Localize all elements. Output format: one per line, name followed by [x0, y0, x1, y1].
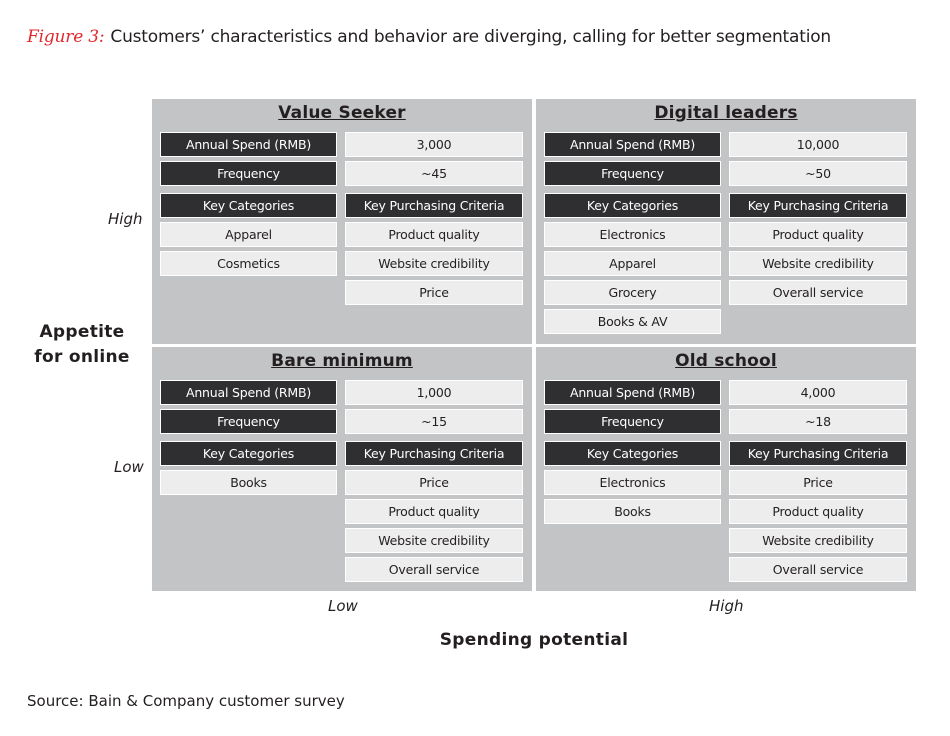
criteria-item: Product quality [729, 222, 907, 247]
frequency-header: Frequency [544, 161, 721, 186]
criteria-item: Overall service [345, 557, 523, 582]
criteria-item: Website credibility [345, 528, 523, 553]
frequency-value: ~50 [729, 161, 907, 186]
key-purchasing-criteria-header: Key Purchasing Criteria [345, 441, 523, 466]
y-axis-low-label: Low [114, 458, 144, 476]
y-axis-high-label: High [108, 210, 143, 228]
criteria-item: Product quality [345, 499, 523, 524]
y-axis-title-line1: Appetite [39, 322, 125, 342]
annual-spend-value: 1,000 [345, 380, 523, 405]
category-item: Electronics [544, 470, 721, 495]
x-axis-title: Spending potential [439, 630, 629, 650]
criteria-item: Product quality [729, 499, 907, 524]
category-item: Books & AV [544, 309, 721, 334]
frequency-header: Frequency [544, 409, 721, 434]
criteria-item: Overall service [729, 280, 907, 305]
quadrant-title: Old school [675, 351, 777, 371]
frequency-header: Frequency [160, 409, 337, 434]
annual-spend-value: 10,000 [729, 132, 907, 157]
key-categories-header: Key Categories [160, 193, 337, 218]
y-axis-title-line2: for online [34, 347, 130, 367]
key-purchasing-criteria-header: Key Purchasing Criteria [729, 441, 907, 466]
source-note: Source: Bain & Company customer survey [27, 692, 345, 710]
quadrant-digital-leaders: Digital leaders Annual Spend (RMB) 10,00… [536, 99, 916, 344]
quadrant-old-school: Old school Annual Spend (RMB) 4,000 Freq… [536, 347, 916, 591]
criteria-item: Website credibility [729, 251, 907, 276]
frequency-value: ~18 [729, 409, 907, 434]
category-item: Apparel [544, 251, 721, 276]
annual-spend-header: Annual Spend (RMB) [160, 380, 337, 405]
key-purchasing-criteria-header: Key Purchasing Criteria [729, 193, 907, 218]
quadrant-title: Bare minimum [271, 351, 413, 371]
criteria-item: Website credibility [729, 528, 907, 553]
annual-spend-value: 4,000 [729, 380, 907, 405]
annual-spend-value: 3,000 [345, 132, 523, 157]
criteria-item: Product quality [345, 222, 523, 247]
x-axis-high-label: High [709, 597, 744, 615]
frequency-value: ~45 [345, 161, 523, 186]
quadrant-value-seeker: Value Seeker Annual Spend (RMB) 3,000 Fr… [152, 99, 532, 344]
key-categories-header: Key Categories [544, 441, 721, 466]
criteria-item: Price [345, 470, 523, 495]
annual-spend-header: Annual Spend (RMB) [544, 132, 721, 157]
quadrant-title: Value Seeker [278, 103, 406, 123]
annual-spend-header: Annual Spend (RMB) [544, 380, 721, 405]
category-item: Cosmetics [160, 251, 337, 276]
criteria-item: Website credibility [345, 251, 523, 276]
figure-title-text: Customers’ characteristics and behavior … [110, 27, 832, 47]
quadrant-title: Digital leaders [654, 103, 798, 123]
annual-spend-header: Annual Spend (RMB) [160, 132, 337, 157]
key-categories-header: Key Categories [160, 441, 337, 466]
category-item: Apparel [160, 222, 337, 247]
criteria-item: Overall service [729, 557, 907, 582]
figure-label: Figure 3: [27, 27, 105, 47]
criteria-item: Price [345, 280, 523, 305]
frequency-value: ~15 [345, 409, 523, 434]
category-item: Books [544, 499, 721, 524]
figure-title: Figure 3: Customers’ characteristics and … [27, 27, 831, 47]
category-item: Grocery [544, 280, 721, 305]
y-axis-title: Appetite for online [22, 320, 142, 370]
x-axis-low-label: Low [328, 597, 358, 615]
frequency-header: Frequency [160, 161, 337, 186]
quadrant-bare-minimum: Bare minimum Annual Spend (RMB) 1,000 Fr… [152, 347, 532, 591]
category-item: Books [160, 470, 337, 495]
key-purchasing-criteria-header: Key Purchasing Criteria [345, 193, 523, 218]
criteria-item: Price [729, 470, 907, 495]
key-categories-header: Key Categories [544, 193, 721, 218]
category-item: Electronics [544, 222, 721, 247]
